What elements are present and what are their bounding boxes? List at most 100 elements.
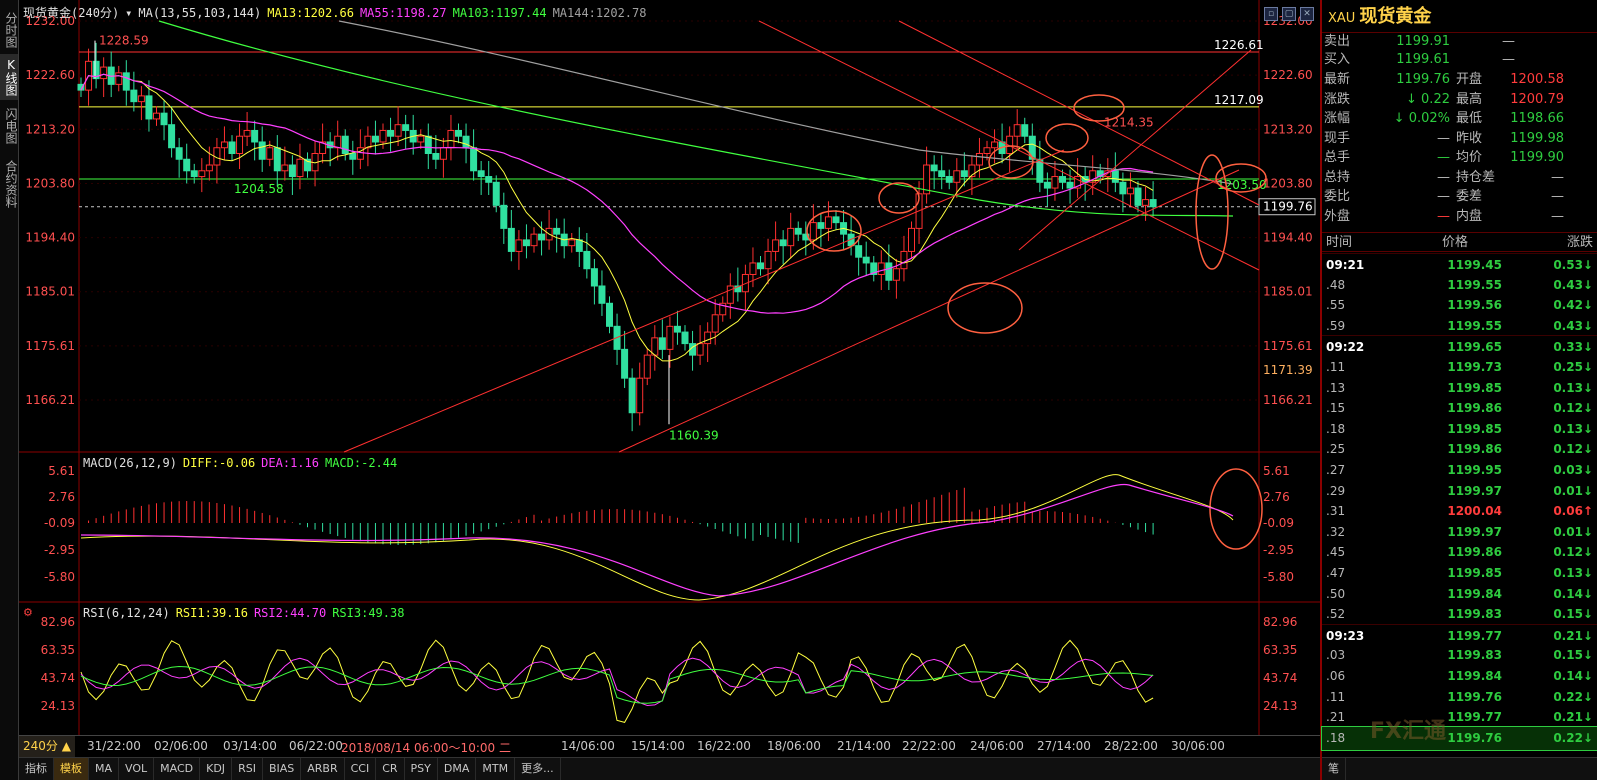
indicator-tab-6[interactable]: RSI (232, 758, 263, 780)
tick-row[interactable]: 09:23 1199.77 0.21↓ (1322, 623, 1597, 647)
maximize-icon[interactable]: ▢ (1282, 7, 1296, 21)
macd-diff: DIFF:-0.06 (182, 456, 256, 470)
indicator-tab-12[interactable]: DMA (438, 758, 477, 780)
tick-row[interactable]: .47 1199.85 0.13↓ (1322, 562, 1597, 585)
rsi-tick-right: 24.13 (1263, 699, 1297, 713)
settings-icon[interactable]: ⚙ (23, 606, 33, 619)
price-tick-left: 1203.80 (25, 176, 75, 190)
indicator-tab-11[interactable]: PSY (405, 758, 438, 780)
candle-body (288, 164, 296, 178)
tick-row[interactable]: .06 1199.84 0.14↓ (1322, 665, 1597, 688)
candle-body (983, 147, 991, 154)
candle-body (115, 72, 123, 85)
chart-canvas[interactable]: 1232.00 1232.001222.60 1222.601213.20 1213.… (19, 0, 1320, 735)
quote-tab-1[interactable]: 笔 (1322, 758, 1346, 780)
tick-row[interactable]: .55 1199.56 0.42↓ (1322, 294, 1597, 317)
indicator-tab-8[interactable]: ARBR (301, 758, 345, 780)
candle-body (507, 227, 515, 252)
tick-row[interactable]: .27 1199.95 0.03↓ (1322, 459, 1597, 482)
left-tab-3[interactable]: 合约资料 (0, 152, 18, 216)
candle-body (892, 268, 900, 281)
indicator-tab-0[interactable]: 指标 (19, 758, 54, 780)
tick-change: 0.22↓ (1553, 689, 1593, 704)
candle-body (100, 66, 108, 80)
candle-body (341, 135, 349, 154)
tick-row[interactable]: .11 1199.76 0.22↓ (1322, 686, 1597, 709)
tick-row[interactable]: .31 1200.04 0.06↑ (1322, 500, 1597, 523)
macd-tick-right: -0.09 (1263, 516, 1294, 530)
period-selector[interactable]: 240分 ▲ (19, 736, 75, 757)
candle-body (636, 377, 644, 414)
time-label-10: 22/22:00 (902, 739, 956, 753)
tick-time: .55 (1326, 298, 1346, 313)
highlight-ellipse (1195, 154, 1229, 270)
left-tab-1[interactable]: K线图 (0, 54, 18, 100)
indicator-tab-3[interactable]: VOL (119, 758, 155, 780)
tick-change: 0.01↓ (1553, 483, 1593, 498)
highlight-ellipse (1073, 94, 1125, 122)
close-icon[interactable]: ✕ (1300, 7, 1314, 21)
header-dropdown-icon[interactable]: ▾ (125, 6, 132, 20)
time-label-3: 06/22:00 (289, 739, 343, 753)
tick-row[interactable]: .25 1199.86 0.12↓ (1322, 438, 1597, 461)
candle-body (130, 89, 138, 103)
time-label-12: 27/14:00 (1037, 739, 1091, 753)
rsi-tick-right: 63.35 (1263, 643, 1297, 657)
tick-row[interactable]: .52 1199.83 0.15↓ (1322, 603, 1597, 626)
ma103-value: MA103:1197.44 (452, 6, 547, 20)
support-label: 1204.58 (234, 182, 284, 196)
tick-row[interactable]: .15 1199.86 0.12↓ (1322, 397, 1597, 420)
tick-row[interactable]: .11 1199.73 0.25↓ (1322, 356, 1597, 379)
indicator-tab-14[interactable]: 更多... (515, 758, 561, 780)
tick-change: 0.14↓ (1553, 669, 1593, 683)
indicator-tab-7[interactable]: BIAS (263, 758, 302, 780)
indicator-tab-9[interactable]: CCI (345, 758, 377, 780)
tick-row[interactable]: .29 1199.97 0.01↓ (1322, 480, 1597, 503)
candle-body (349, 152, 357, 160)
left-tab-0[interactable]: 分时图 (0, 8, 18, 52)
tick-time: .11 (1326, 360, 1346, 374)
indicator-tab-13[interactable]: MTM (476, 758, 516, 780)
indicator-tab-10[interactable]: CR (376, 758, 405, 780)
quote-row-label2: 最低 (1456, 111, 1483, 126)
candle-body (485, 176, 493, 183)
candle-body (198, 170, 206, 178)
candle-body (266, 147, 274, 160)
candle-body (160, 112, 168, 126)
restore-icon[interactable]: ▫ (1264, 7, 1278, 21)
tick-row[interactable]: .03 1199.83 0.15↓ (1322, 644, 1597, 667)
tick-row[interactable]: 09:21 1199.45 0.53↓ (1322, 253, 1597, 276)
candle-body (779, 239, 787, 247)
rsi-tick-left: 63.35 (41, 643, 75, 657)
candle-body (908, 227, 915, 252)
indicator-tab-2[interactable]: MA (89, 758, 120, 780)
tick-row[interactable]: 09:22 1199.65 0.33↓ (1322, 335, 1597, 358)
indicator-tab-5[interactable]: KDJ (200, 758, 233, 780)
left-tab-2[interactable]: 闪电图 (0, 103, 18, 149)
tick-row[interactable]: .59 1199.55 0.43↓ (1322, 315, 1597, 338)
candle-body (832, 216, 840, 224)
indicator-tab-4[interactable]: MACD (154, 758, 201, 780)
candle-body (455, 129, 462, 137)
candle-body (387, 129, 395, 137)
time-label-4: 2018/08/14 06:00～10:00 二 (341, 741, 511, 755)
quote-row-value: — (1437, 208, 1450, 224)
trend-line (618, 169, 1240, 453)
tick-row[interactable]: .18 1199.85 0.13↓ (1322, 418, 1597, 441)
tick-row[interactable]: .32 1199.97 0.01↓ (1322, 521, 1597, 544)
tick-price: 1199.85 (1447, 380, 1502, 395)
rsi1-line (80, 639, 1154, 723)
candle-body (553, 227, 561, 235)
indicator-tab-1[interactable]: 模板 (54, 758, 89, 780)
candle-body (371, 135, 379, 143)
symbol-name: 现货黄金 (1359, 6, 1432, 27)
tick-row[interactable]: .13 1199.85 0.13↓ (1322, 377, 1597, 400)
tick-row[interactable]: .50 1199.84 0.14↓ (1322, 583, 1597, 606)
indicator-tab-bar: 指标 模板 MA VOL MACD KDJ RSI BIAS ARBR CCI CR PSY DMA MT… (19, 757, 1320, 780)
kline-chart-area[interactable]: 1232.00 1232.00 1222.60 1222.60 1213.20 1213.… (19, 0, 1320, 780)
tick-price: 1199.55 (1447, 277, 1502, 292)
tick-row[interactable]: .48 1199.55 0.43↓ (1322, 274, 1597, 297)
tick-row[interactable]: .45 1199.86 0.12↓ (1322, 541, 1597, 564)
candle-body (1119, 181, 1127, 195)
candle-body (258, 141, 266, 160)
